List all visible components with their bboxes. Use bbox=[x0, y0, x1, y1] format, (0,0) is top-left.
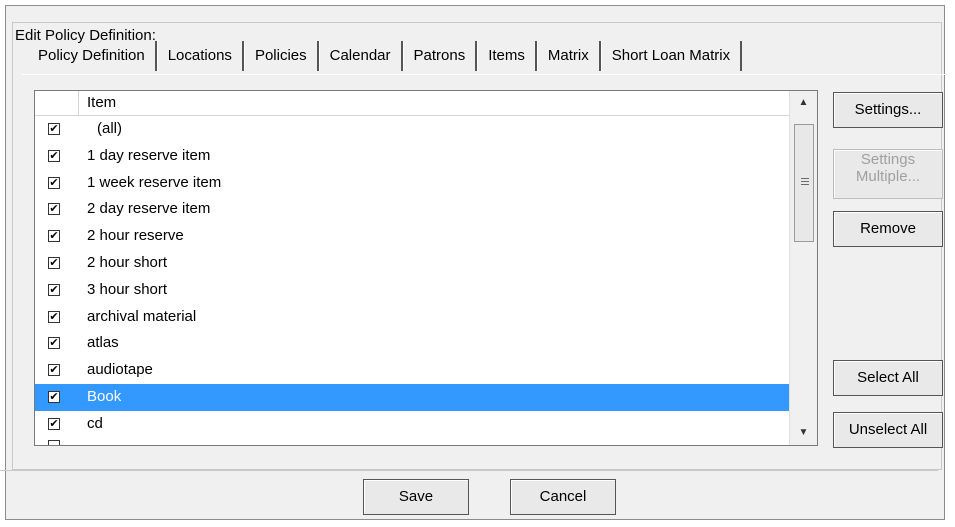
list-header: Item bbox=[35, 91, 790, 116]
item-label: 1 day reserve item bbox=[87, 146, 211, 164]
tab-calendar[interactable]: Calendar bbox=[318, 41, 403, 71]
checkbox-column-header[interactable] bbox=[35, 91, 79, 115]
scroll-up-icon[interactable]: ▲ bbox=[790, 91, 817, 115]
tab-items[interactable]: Items bbox=[477, 41, 537, 71]
item-label: 3 hour short bbox=[87, 280, 168, 298]
item-label: 2 hour reserve bbox=[87, 227, 184, 245]
item-checkbox[interactable]: ✔ bbox=[48, 203, 60, 216]
item-label: atlas bbox=[87, 334, 119, 352]
unselect-all-button[interactable]: Unselect All bbox=[833, 412, 943, 448]
list-item[interactable]: ✔ 2 hour reserve bbox=[35, 223, 790, 250]
cancel-button[interactable]: Cancel bbox=[510, 479, 616, 515]
footer-separator bbox=[0, 470, 938, 471]
settings-multiple-line1: Settings bbox=[860, 151, 916, 168]
item-checkbox[interactable]: ✔ bbox=[48, 310, 60, 323]
item-label: 2 day reserve item bbox=[87, 200, 211, 218]
item-column-header[interactable]: Item bbox=[87, 94, 116, 111]
tab-patrons[interactable]: Patrons bbox=[402, 41, 478, 71]
item-checkbox[interactable]: ✔ bbox=[48, 230, 60, 243]
list-item[interactable]: ✔ 2 hour short bbox=[35, 250, 790, 277]
item-checkbox[interactable]: ✔ bbox=[48, 337, 60, 350]
remove-button[interactable]: Remove bbox=[833, 211, 943, 247]
list-item[interactable]: ✔ (all) bbox=[35, 116, 790, 143]
settings-multiple-line2: Multiple... bbox=[855, 168, 921, 185]
items-listbox[interactable]: Item ✔ (all) ✔ 1 day reserve item ✔ 1 we… bbox=[34, 90, 818, 446]
item-checkbox[interactable]: ✔ bbox=[48, 149, 60, 162]
grip-line bbox=[801, 181, 809, 182]
save-button[interactable]: Save bbox=[363, 479, 469, 515]
tab-short-loan-matrix[interactable]: Short Loan Matrix bbox=[600, 41, 743, 71]
item-label: archival material bbox=[87, 307, 197, 325]
list-item[interactable]: ✔ 1 day reserve item bbox=[35, 143, 790, 170]
item-checkbox[interactable]: ✔ bbox=[48, 176, 60, 189]
list-item[interactable]: ✔ 2 day reserve item bbox=[35, 196, 790, 223]
tab-strip: Policy Definition Locations Policies Cal… bbox=[28, 41, 743, 71]
list-item[interactable]: ✔ 1 week reserve item bbox=[35, 170, 790, 197]
tab-policy-definition[interactable]: Policy Definition bbox=[28, 41, 157, 71]
list-item-partial[interactable] bbox=[35, 438, 790, 445]
vertical-scrollbar[interactable]: ▲ ▼ bbox=[789, 91, 817, 445]
item-checkbox[interactable] bbox=[48, 439, 60, 445]
item-label: cd bbox=[87, 414, 103, 432]
select-all-button[interactable]: Select All bbox=[833, 360, 943, 396]
settings-multiple-button[interactable]: Settings Multiple... bbox=[833, 149, 943, 199]
list-item-selected[interactable]: ✔ Book bbox=[35, 383, 790, 411]
item-label: 2 hour short bbox=[87, 253, 168, 271]
scrollbar-thumb[interactable] bbox=[794, 124, 814, 242]
item-checkbox[interactable]: ✔ bbox=[48, 283, 60, 296]
grip-line bbox=[801, 184, 809, 185]
tab-policies[interactable]: Policies bbox=[243, 41, 319, 71]
item-label: Book bbox=[87, 387, 122, 405]
list-item[interactable]: ✔ cd bbox=[35, 411, 790, 438]
item-checkbox[interactable]: ✔ bbox=[48, 364, 60, 377]
item-label: 1 week reserve item bbox=[87, 173, 222, 191]
list-item[interactable]: ✔ 3 hour short bbox=[35, 277, 790, 304]
scroll-down-icon[interactable]: ▼ bbox=[790, 421, 817, 445]
list-item[interactable]: ✔ audiotape bbox=[35, 357, 790, 384]
tab-locations[interactable]: Locations bbox=[156, 41, 244, 71]
item-checkbox[interactable]: ✔ bbox=[48, 256, 60, 269]
grip-line bbox=[801, 178, 809, 179]
item-checkbox[interactable]: ✔ bbox=[48, 390, 60, 403]
item-rows: ✔ (all) ✔ 1 day reserve item ✔ 1 week re… bbox=[35, 116, 790, 445]
item-checkbox[interactable]: ✔ bbox=[48, 123, 60, 135]
item-label: audiotape bbox=[87, 361, 153, 379]
tab-matrix[interactable]: Matrix bbox=[536, 41, 601, 71]
item-checkbox[interactable]: ✔ bbox=[48, 417, 60, 430]
item-label: (all) bbox=[97, 120, 122, 137]
list-item[interactable]: ✔ atlas bbox=[35, 330, 790, 357]
settings-button[interactable]: Settings... bbox=[833, 92, 943, 128]
list-item[interactable]: ✔ archival material bbox=[35, 304, 790, 331]
